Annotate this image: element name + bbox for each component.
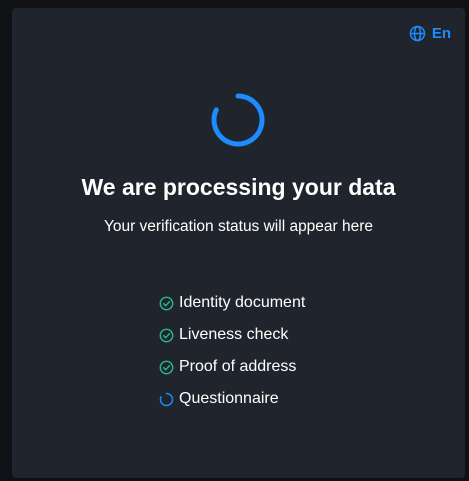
loading-spinner-icon: [159, 392, 174, 407]
step-questionnaire: Questionnaire: [159, 383, 305, 415]
verification-card: En We are processing your data Your veri…: [12, 8, 465, 478]
step-label: Proof of address: [179, 358, 297, 375]
globe-icon: [409, 25, 426, 42]
step-label: Identity document: [179, 294, 306, 311]
check-circle-icon: [159, 328, 174, 343]
loading-spinner-icon: [210, 92, 266, 148]
step-liveness-check: Liveness check: [159, 319, 305, 351]
page-title: We are processing your data: [81, 174, 396, 200]
language-label: En: [431, 25, 451, 42]
step-label: Liveness check: [179, 326, 289, 343]
check-circle-icon: [159, 360, 174, 375]
step-proof-of-address: Proof of address: [159, 351, 305, 383]
page-subtitle: Your verification status will appear her…: [103, 218, 374, 235]
check-circle-icon: [159, 296, 174, 311]
step-label: Questionnaire: [179, 390, 279, 407]
step-identity-document: Identity document: [159, 287, 305, 319]
verification-steps-list: Identity document Liveness check Proof o…: [159, 287, 305, 415]
language-selector[interactable]: En: [409, 25, 451, 42]
